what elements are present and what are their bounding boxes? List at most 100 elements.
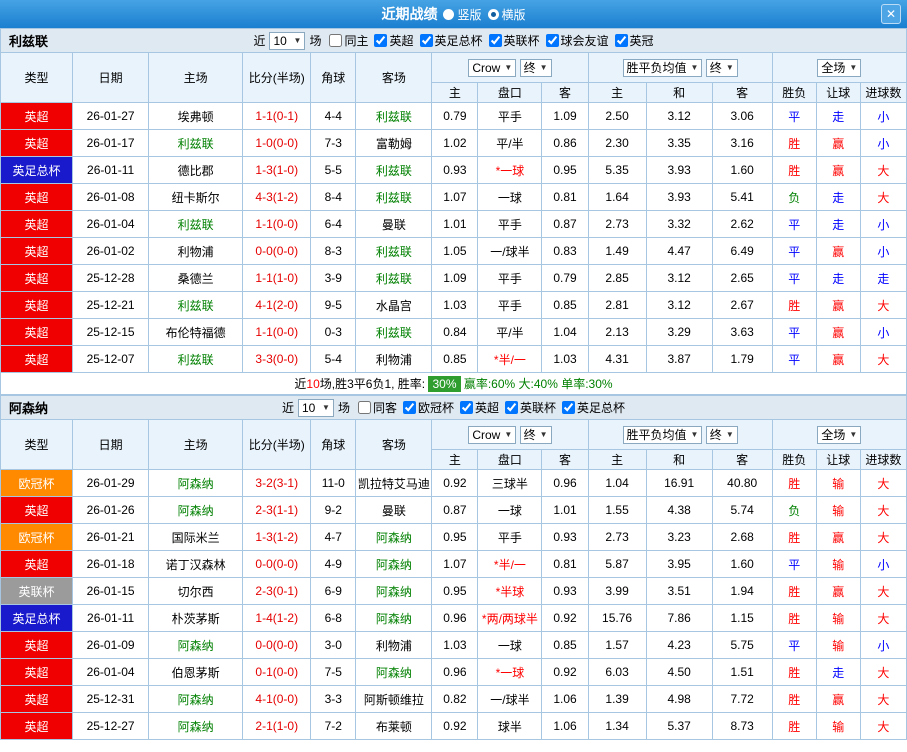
odds-away: 0.93 (542, 524, 588, 551)
avg-home: 2.73 (588, 211, 646, 238)
avg-home: 5.35 (588, 157, 646, 184)
avg-home: 4.31 (588, 346, 646, 373)
layout-radio-vertical[interactable]: 竖版 (443, 6, 481, 23)
avg-home: 2.85 (588, 265, 646, 292)
bookmaker-select[interactable]: Crow▼ (468, 426, 516, 444)
subcol-handicap: 盘口 (478, 450, 542, 470)
home-team: 阿森纳 (149, 497, 243, 524)
corners: 3-9 (311, 265, 356, 292)
scope-select[interactable]: 全场▼ (817, 426, 861, 444)
result-wdl: 平 (772, 238, 816, 265)
avg-odds-select[interactable]: 胜平负均值▼ (623, 59, 703, 77)
filter-checkbox-英冠[interactable]: 英冠 (611, 32, 654, 49)
filter-checkbox-英联杯[interactable]: 英联杯 (501, 399, 556, 416)
home-team: 利兹联 (149, 346, 243, 373)
odds-away: 0.96 (542, 470, 588, 497)
score: 2-3(1-1) (243, 497, 311, 524)
checkbox-icon[interactable] (374, 34, 387, 47)
filter-checkbox-球会友谊[interactable]: 球会友谊 (542, 32, 609, 49)
match-row: 英超26-01-17利兹联1-0(0-0)7-3富勒姆1.02平/半0.862.… (1, 130, 907, 157)
home-team: 桑德兰 (149, 265, 243, 292)
odds-home: 0.96 (432, 659, 478, 686)
match-count-select[interactable]: 10▼ (269, 32, 305, 50)
checkbox-icon[interactable] (358, 401, 371, 414)
match-date: 26-01-26 (73, 497, 149, 524)
result-wdl: 平 (772, 319, 816, 346)
avg-group-header: 胜平负均值▼ 终▼ (588, 420, 772, 450)
filter-checkbox-欧冠杯[interactable]: 欧冠杯 (399, 399, 454, 416)
subcol-goals: 进球数 (860, 83, 906, 103)
checkbox-icon[interactable] (403, 401, 416, 414)
avg-away: 5.75 (712, 632, 772, 659)
filter-label: 英超 (389, 32, 413, 49)
home-team: 利兹联 (149, 292, 243, 319)
summary-segment: 单率:30% (558, 377, 613, 391)
avg-odds-select[interactable]: 胜平负均值▼ (623, 426, 703, 444)
odds-final-select[interactable]: 终▼ (520, 59, 552, 77)
filter-checkbox-英超[interactable]: 英超 (456, 399, 499, 416)
col-header-score: 比分(半场) (243, 53, 311, 103)
handicap-line: *半/一 (478, 346, 542, 373)
odds-home: 1.03 (432, 632, 478, 659)
win-rate-badge: 30% (428, 376, 460, 392)
filter-bar: 近 10▼ 场 同主英超英足总杯英联杯球会友谊英冠 (253, 32, 653, 50)
odds-away: 1.06 (542, 713, 588, 740)
checkbox-icon[interactable] (615, 34, 628, 47)
corners: 6-9 (311, 578, 356, 605)
odds-home: 0.85 (432, 346, 478, 373)
result-wdl: 胜 (772, 130, 816, 157)
result-handicap: 输 (816, 632, 860, 659)
bookmaker-select[interactable]: Crow▼ (468, 59, 516, 77)
checkbox-icon[interactable] (329, 34, 342, 47)
result-goals: 大 (860, 524, 906, 551)
scope-select[interactable]: 全场▼ (817, 59, 861, 77)
checkbox-icon[interactable] (546, 34, 559, 47)
checkbox-icon[interactable] (420, 34, 433, 47)
summary-text: 近10场,胜3平6负1, 胜率: 30% 赢率:60% 大:40% 单率:30% (1, 373, 907, 395)
result-handicap: 赢 (816, 524, 860, 551)
home-team: 阿森纳 (149, 470, 243, 497)
checkbox-icon[interactable] (489, 34, 502, 47)
avg-away: 6.49 (712, 238, 772, 265)
away-team: 利物浦 (356, 632, 432, 659)
layout-radio-horizontal[interactable]: 横版 (488, 6, 526, 23)
checkbox-icon[interactable] (505, 401, 518, 414)
match-count-select[interactable]: 10▼ (298, 399, 334, 417)
avg-away: 1.94 (712, 578, 772, 605)
col-header-date: 日期 (73, 420, 149, 470)
league-filter-checkboxes: 同主 英超英足总杯英联杯球会友谊英冠 (325, 32, 653, 49)
home-team: 埃弗顿 (149, 103, 243, 130)
match-date: 25-12-31 (73, 686, 149, 713)
filter-checkbox-英联杯[interactable]: 英联杯 (485, 32, 540, 49)
odds-away: 0.81 (542, 551, 588, 578)
home-team: 国际米兰 (149, 524, 243, 551)
radio-selected-icon (488, 9, 499, 20)
filter-checkbox-同客[interactable]: 同客 (354, 399, 397, 416)
filter-checkbox-同主[interactable]: 同主 (325, 32, 368, 49)
filter-checkbox-英足总杯[interactable]: 英足总杯 (558, 399, 625, 416)
home-team: 布伦特福德 (149, 319, 243, 346)
odds-home: 1.03 (432, 292, 478, 319)
chevron-down-icon: ▼ (504, 63, 512, 72)
avg-final-select[interactable]: 终▼ (706, 426, 738, 444)
result-goals: 大 (860, 578, 906, 605)
checkbox-icon[interactable] (562, 401, 575, 414)
result-wdl: 平 (772, 211, 816, 238)
close-icon[interactable]: ✕ (881, 4, 901, 24)
odds-final-select[interactable]: 终▼ (520, 426, 552, 444)
corners: 4-9 (311, 551, 356, 578)
avg-away: 1.15 (712, 605, 772, 632)
avg-draw: 4.38 (646, 497, 712, 524)
avg-final-select[interactable]: 终▼ (706, 59, 738, 77)
odds-group-header: Crow▼ 终▼ (432, 420, 588, 450)
checkbox-icon[interactable] (460, 401, 473, 414)
result-goals: 大 (860, 292, 906, 319)
corners: 0-3 (311, 319, 356, 346)
score: 0-0(0-0) (243, 632, 311, 659)
score: 1-0(0-0) (243, 130, 311, 157)
filter-checkbox-英超[interactable]: 英超 (370, 32, 413, 49)
avg-away: 2.68 (712, 524, 772, 551)
match-date: 25-12-28 (73, 265, 149, 292)
result-handicap: 赢 (816, 319, 860, 346)
filter-checkbox-英足总杯[interactable]: 英足总杯 (416, 32, 483, 49)
